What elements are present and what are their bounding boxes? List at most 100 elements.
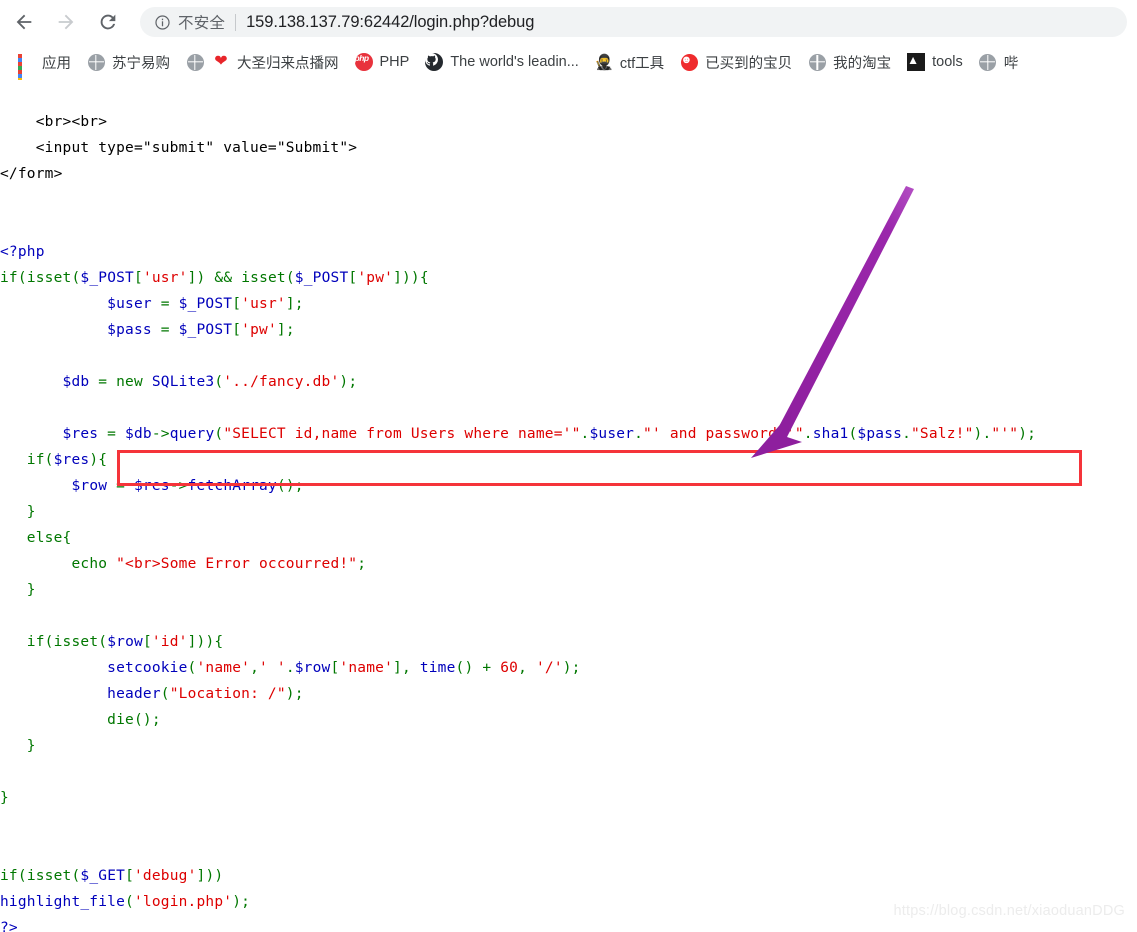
code-token: ]; — [285, 295, 304, 312]
highlighted-source-code: <br><br> <input type="submit" value="Sub… — [0, 109, 1036, 932]
info-circle-icon[interactable] — [154, 14, 171, 31]
code-token: && — [214, 269, 233, 286]
bookmark-dashenggui[interactable]: ❤ 大圣归来点播网 — [179, 48, 346, 76]
heart-icon: ❤ — [214, 53, 228, 70]
code-token: $user — [107, 295, 152, 312]
code-token: $_GET — [80, 867, 126, 884]
code-token: "Location: /" — [169, 685, 286, 702]
code-token: = — [98, 425, 126, 442]
code-token: ( — [17, 867, 27, 884]
code-token: 'login.php' — [133, 893, 233, 910]
code-token: $res — [62, 425, 99, 442]
code-token: [ — [232, 321, 242, 338]
code-token: ( — [214, 373, 224, 390]
code-token: 'pw' — [241, 321, 277, 338]
bookmarks-bar: 应用 苏宁易购 ❤ 大圣归来点播网 php PHP The world's le… — [0, 44, 1137, 80]
code-token: $row — [71, 477, 108, 494]
bookmark-apps[interactable]: 应用 — [10, 48, 78, 80]
code-token: 60 — [500, 659, 519, 676]
code-token: ]; — [276, 321, 295, 338]
code-token: </form> — [0, 165, 63, 182]
code-token: , — [250, 659, 260, 676]
code-token: 'usr' — [142, 269, 188, 286]
code-token: if — [0, 269, 18, 286]
bookmark-label: 我的淘宝 — [833, 55, 892, 72]
code-token: else{ — [0, 529, 72, 546]
code-token: ( — [125, 893, 134, 910]
bookmark-bilibili[interactable]: 哔 — [972, 48, 1026, 76]
code-token: . — [285, 659, 295, 676]
code-token: sha1 — [812, 425, 849, 442]
code-token: if — [0, 867, 18, 884]
code-token: SQLite3 — [151, 373, 215, 390]
bookmark-purchased-items[interactable]: ☻ 已买到的宝贝 — [673, 48, 799, 76]
reload-button[interactable] — [90, 4, 126, 40]
globe-icon — [186, 53, 204, 71]
code-token: die — [107, 711, 134, 728]
code-token: ( — [285, 269, 295, 286]
bookmark-tools[interactable]: ▲ tools — [900, 48, 970, 76]
code-token: ])){ — [393, 269, 429, 286]
code-token: } — [0, 503, 36, 520]
code-token: $res — [53, 451, 90, 468]
code-token: "' and password='" — [643, 425, 804, 442]
code-token: ?> — [0, 919, 18, 932]
watermark-text: https://blog.csdn.net/xiaoduanDDG — [893, 903, 1125, 919]
taobao-icon: ☻ — [680, 53, 698, 71]
code-token: isset — [241, 269, 286, 286]
code-token: 'debug' — [134, 867, 197, 884]
code-token: = — [151, 321, 179, 338]
code-token: '/' — [535, 659, 563, 676]
code-token: [ — [134, 269, 143, 286]
bookmark-suning[interactable]: 苏宁易购 — [80, 48, 177, 76]
code-token: ); — [1018, 425, 1037, 442]
code-token: $row — [107, 633, 143, 650]
code-token: "SELECT id,name from Users where name='" — [223, 425, 581, 442]
code-token: ( — [17, 269, 27, 286]
code-token: <input type="submit" value="Submit"> — [0, 139, 358, 156]
code-token: echo — [71, 555, 108, 572]
code-token: } — [0, 789, 9, 806]
code-token: "<br>Some Error occourred!" — [116, 555, 358, 572]
code-token: ; — [357, 555, 367, 572]
globe-icon — [979, 53, 997, 71]
code-token: $row — [294, 659, 331, 676]
code-token: (); — [276, 477, 304, 494]
code-token: . — [634, 425, 644, 442]
spy-icon: 🥷 — [594, 53, 614, 71]
code-token: [ — [142, 633, 152, 650]
address-bar[interactable]: 不安全 159.138.137.79:62442/login.php?debug — [140, 7, 1127, 37]
php-icon: php — [354, 53, 373, 71]
code-token: = — [151, 295, 179, 312]
back-button[interactable] — [6, 4, 42, 40]
code-token: . — [902, 425, 911, 442]
code-token: -> — [151, 425, 170, 442]
bookmark-label: 应用 — [42, 55, 71, 72]
bookmark-label: PHP — [379, 54, 410, 70]
code-token: ( — [214, 425, 224, 442]
bookmark-php[interactable]: php PHP — [348, 48, 417, 76]
code-token: $res — [133, 477, 170, 494]
forward-button[interactable] — [48, 4, 84, 40]
code-token: $pass — [107, 321, 152, 338]
code-token: setcookie — [107, 659, 188, 676]
code-token: ); — [285, 685, 304, 702]
code-token: = — [107, 477, 134, 494]
bookmark-label: 哔 — [1003, 55, 1019, 72]
code-token: highlight_file — [0, 893, 126, 910]
code-token: } — [0, 737, 36, 754]
apps-grid-icon — [17, 53, 35, 80]
bookmark-github[interactable]: The world's leadin... — [418, 48, 586, 76]
bookmark-ctf-tools[interactable]: 🥷 ctf工具 — [588, 48, 671, 76]
code-token: "'" — [991, 425, 1019, 442]
bookmark-my-taobao[interactable]: 我的淘宝 — [801, 48, 898, 76]
code-token: ])) — [196, 867, 224, 884]
bookmark-label: 大圣归来点播网 — [237, 55, 339, 72]
